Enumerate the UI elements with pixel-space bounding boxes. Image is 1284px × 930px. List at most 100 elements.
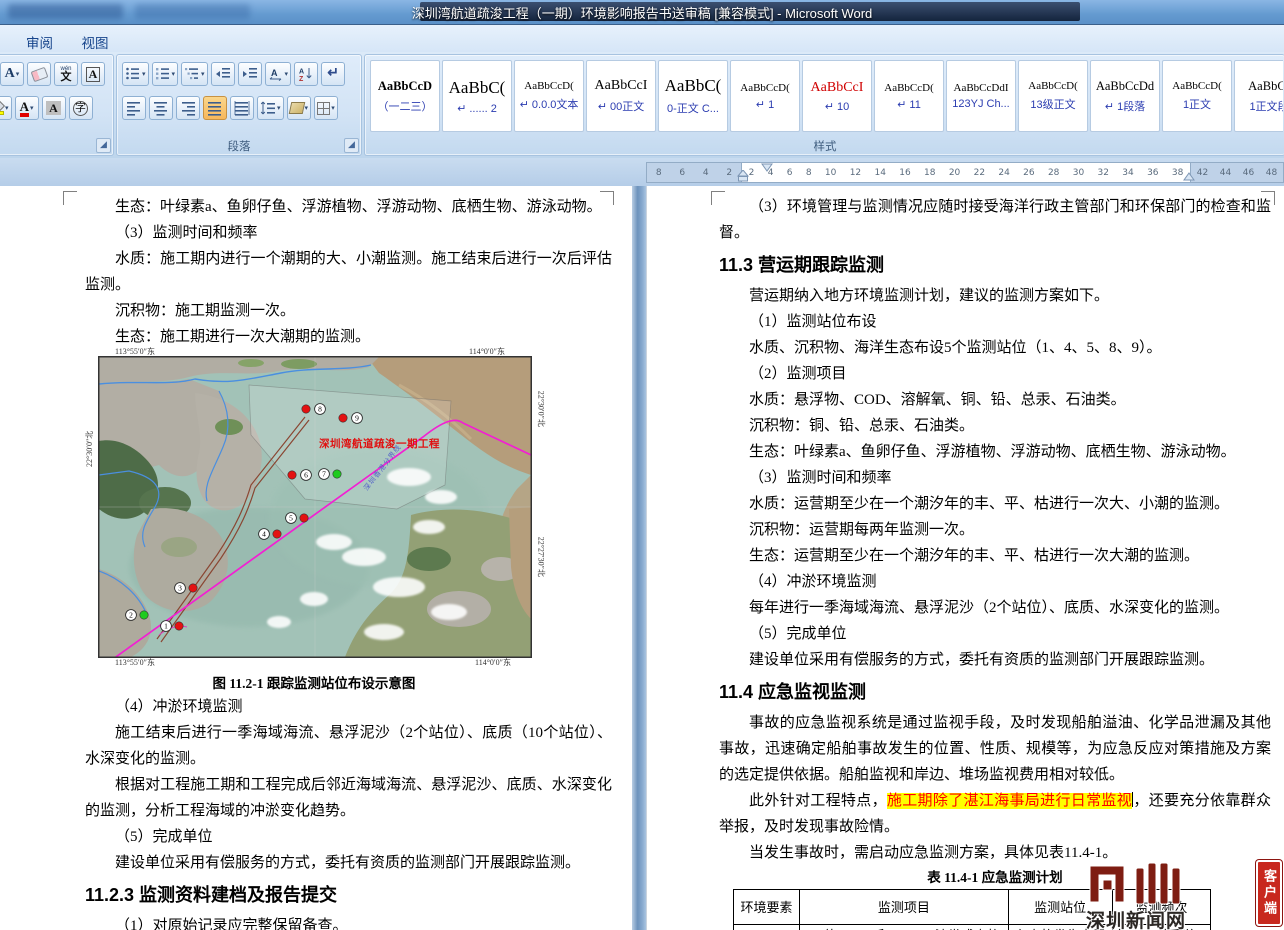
style-name: ↵ 10 [825,100,850,113]
style-card[interactable]: AaBbC(↵ ...... 2 [442,60,512,132]
style-name: 0-正文 C... [667,100,719,116]
ruler-number: 24 [998,168,1009,178]
ruler-number: 6 [679,168,685,178]
ribbon: A▾wén文A ▾A▾A字 ◢ ▾▾▾A▾AZ↵ ▾▾▾ 段落 ◢ AaBbCc… [0,52,1284,159]
style-sample: AaBbCcD( [524,80,574,92]
asian-layout-button[interactable]: A▾ [265,62,292,86]
ruler-number: 12 [850,168,861,178]
body-paragraph: 生态：叶绿素a、鱼卵仔鱼、浮游植物、浮游动物、底栖生物、游泳动物。 [719,439,1271,465]
numbering-button[interactable]: ▾ [152,62,179,86]
character-shading-button[interactable]: A [42,96,66,120]
ruler-number: 16 [899,168,910,178]
multilevel-list-button[interactable]: ▾ [181,62,208,86]
style-card[interactable]: AaBbCcI↵ 00正文 [586,60,656,132]
decrease-indent-button[interactable] [211,62,235,86]
align-center-button[interactable] [149,96,173,120]
align-left-button[interactable] [122,96,146,120]
body-paragraph: （2）监测项目 [719,361,1271,387]
ruler-number: 48 [1266,168,1277,178]
ruler-number: 6 [787,168,793,178]
style-card[interactable]: AaBbCcDdI123YJ Ch... [946,60,1016,132]
style-name: ↵ 1 [756,98,774,111]
ruler-number: 10 [825,168,836,178]
watermark-site-name: 深圳新闻网 [1086,906,1186,930]
ruler-number: 44 [1220,168,1231,178]
title-bar: 深圳湾航道疏浚工程（一期）环境影响报告书送审稿 [兼容模式] - Microso… [0,0,1284,25]
body-paragraph: （3）监测时间和频率 [719,465,1271,491]
hanging-indent-marker[interactable] [737,170,749,182]
font-color-button[interactable]: A▾ [15,96,39,120]
justify-button[interactable] [203,96,227,120]
style-name: （一二三） [378,98,433,114]
style-sample: AaBbCcD [378,79,432,94]
satellite-map-image: 深圳湾航道疏浚一期工程 深圳香港分界线 123456789 113°55′0″东… [98,356,532,658]
style-card[interactable]: AaBbCcDd↵ 1段落 [1090,60,1160,132]
style-card[interactable]: AaBbC(1正文段 [1234,60,1283,132]
align-right-button[interactable] [176,96,200,120]
body-paragraph: （1）对原始记录应完整保留备查。 [85,913,612,930]
style-card[interactable]: AaBbCcD(↵ 1 [730,60,800,132]
style-name: ↵ 1段落 [1105,98,1145,114]
show-formatting-marks-button[interactable]: ↵ [321,62,345,86]
bullets-button[interactable]: ▾ [122,62,149,86]
ruler-number: 26 [1023,168,1034,178]
style-card[interactable]: AaBbC(0-正文 C... [658,60,728,132]
ribbon-tab-row: 审阅 视图 [0,25,1284,52]
window-split-bar[interactable] [632,186,646,930]
map-coordinate-label: 113°55′0″东 [115,346,155,357]
tab-view[interactable]: 视图 [69,30,120,54]
svg-text:6: 6 [304,471,308,480]
style-card[interactable]: AaBbCcD （一二三） [370,60,440,132]
text-highlight-color-button[interactable]: ▾ [0,96,12,120]
style-sample: AaBbCcD( [1028,80,1078,92]
font-group: A▾wén文A ▾A▾A字 ◢ [0,54,114,156]
shenzhen-news-logo-icon [1080,860,1230,908]
body-paragraph: （3）监测时间和频率 [85,220,612,246]
style-card[interactable]: AaBbCcI↵ 10 [802,60,872,132]
clear-formatting-button[interactable] [27,62,51,86]
body-paragraph: 此外针对工程特点，施工期除了湛江海事局进行日常监视，还要充分依靠群众举报，及时发… [719,788,1271,840]
first-line-indent-marker[interactable] [761,163,773,172]
map-coordinate-label: 22°30′0″北 [84,431,95,467]
style-card[interactable]: AaBbCcD( 1正文 [1162,60,1232,132]
style-card[interactable]: AaBbCcD(↵ 11 [874,60,944,132]
character-border-button[interactable]: A [81,62,105,86]
ruler-number: 34 [1122,168,1133,178]
ruler-number: 42 [1197,168,1208,178]
text-boundary-mark [63,191,77,205]
style-name: 1正文 [1183,96,1211,112]
horizontal-ruler[interactable]: 8642 2468101214161820222426283032343638 … [646,162,1284,183]
shading-button[interactable]: ▾ [287,96,312,120]
style-name: 123YJ Ch... [952,98,1009,110]
document-page-right[interactable]: （3）环境管理与监测情况应随时接受海洋行政主管部门和环保部门的检查和监督。11.… [646,186,1284,930]
body-paragraph: （5）完成单位 [719,621,1271,647]
tab-review[interactable]: 审阅 [14,30,65,54]
style-name: ↵ ...... 2 [457,102,497,115]
paragraph-group-label: 段落 [117,138,361,154]
grow-shrink-font-button[interactable]: A▾ [0,62,24,86]
ruler-number: 32 [1098,168,1109,178]
style-sample: AaBbCcD( [1172,80,1222,92]
svg-text:2: 2 [129,611,133,620]
phonetic-guide-button[interactable]: wén文 [54,62,78,86]
line-spacing-button[interactable]: ▾ [257,96,284,120]
style-card[interactable]: AaBbCcD(↵ 0.0.0文本 [514,60,584,132]
borders-button[interactable]: ▾ [314,96,338,120]
section-heading: 11.4 应急监视监测 [719,678,1271,706]
enclose-characters-button[interactable]: 字 [69,96,93,120]
distributed-button[interactable] [230,96,254,120]
ruler-number: 8 [656,168,662,178]
svg-text:3: 3 [178,584,182,593]
map-coordinate-label: 22°27′30″北 [535,537,546,577]
paragraph-dialog-launcher[interactable]: ◢ [344,138,359,153]
body-paragraph: 建设单位采用有偿服务的方式，委托有资质的监测部门开展跟踪监测。 [85,850,612,876]
document-page-left[interactable]: 生态：叶绿素a、鱼卵仔鱼、浮游植物、浮游动物、底栖生物、游泳动物。（3）监测时间… [0,186,632,930]
right-indent-marker[interactable] [1183,172,1195,181]
increase-indent-button[interactable] [238,62,262,86]
ruler-number: 14 [874,168,885,178]
body-paragraph: 生态：叶绿素a、鱼卵仔鱼、浮游植物、浮游动物、底栖生物、游泳动物。 [85,194,612,220]
sort-button[interactable]: AZ [294,62,318,86]
font-dialog-launcher[interactable]: ◢ [96,138,111,153]
svg-text:1: 1 [164,622,168,631]
style-card[interactable]: AaBbCcD(13级正文 [1018,60,1088,132]
